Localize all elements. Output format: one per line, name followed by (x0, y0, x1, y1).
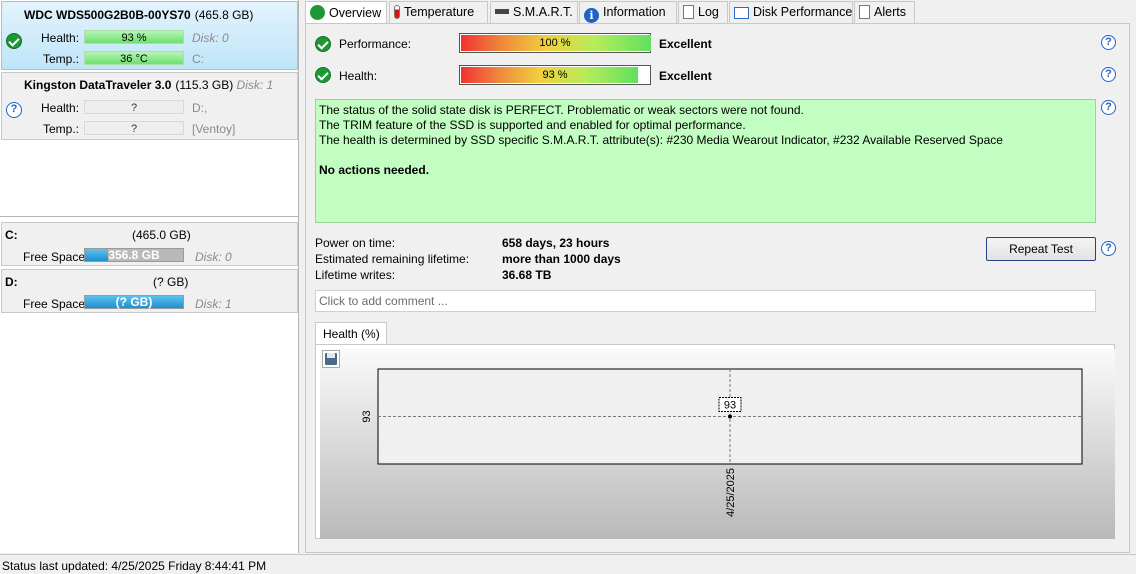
tab-label: Log (698, 5, 719, 19)
data-label: 93 (724, 400, 736, 412)
status-bar: Status last updated: 4/25/2025 Friday 8:… (0, 554, 1136, 574)
temp-bar: 36 °C (84, 51, 184, 65)
health-label: Health: (41, 101, 80, 115)
tab-label: S.M.A.R.T. (513, 5, 573, 19)
x-tick-label: 4/25/2025 (725, 468, 737, 517)
health-bar: 93 % (84, 30, 184, 44)
disk-title: WDC WDS500G2B0B-00YS70 (465.8 GB) (24, 8, 253, 22)
status-line: The status of the solid state disk is PE… (319, 103, 804, 117)
y-tick-label: 93 (361, 410, 373, 422)
health-chart-svg: 93 93 4/25/2025 (320, 349, 1115, 539)
tab-disk-performance[interactable]: Disk Performance (729, 1, 853, 23)
data-point (728, 414, 732, 419)
overview-panel: Performance: 100 % Excellent ? Health: 9… (305, 23, 1130, 553)
performance-chart-icon (734, 7, 749, 19)
status-action: No actions needed. (319, 163, 430, 177)
disk-capacity: (115.3 GB) (175, 78, 234, 92)
lifetime-value: more than 1000 days (502, 252, 621, 266)
temp-bar: ? (84, 121, 184, 135)
help-icon[interactable]: ? (1101, 35, 1116, 50)
help-icon[interactable]: ? (1101, 100, 1116, 115)
alerts-icon (859, 5, 870, 19)
free-space-bar: 356.8 GB (84, 248, 184, 262)
disk-entry-0[interactable]: WDC WDS500G2B0B-00YS70 (465.8 GB) Health:… (1, 1, 298, 70)
volume-disk-number: Disk: 1 (195, 297, 232, 311)
tab-label: Temperature (404, 5, 475, 19)
volume-letter: C: (5, 228, 18, 242)
status-description: The status of the solid state disk is PE… (315, 99, 1096, 223)
thermometer-icon (394, 5, 400, 19)
tab-health-chart[interactable]: Health (%) (315, 322, 387, 345)
health-rating: Excellent (659, 69, 712, 83)
tab-overview[interactable]: Overview (305, 1, 387, 24)
tab-smart[interactable]: S.M.A.R.T. (490, 1, 578, 23)
tab-label: Disk Performance (753, 5, 853, 19)
volume-label: [Ventoy] (192, 122, 236, 136)
free-space-value: 356.8 GB (108, 248, 160, 262)
health-label: Health: (41, 31, 80, 45)
disk-name: WDC WDS500G2B0B-00YS70 (24, 8, 191, 22)
help-icon[interactable]: ? (1101, 67, 1116, 82)
volume-size: (465.0 GB) (132, 228, 191, 242)
health-label: Health: (339, 69, 378, 83)
disk-capacity: (465.8 GB) (194, 8, 254, 22)
status-text: Status last updated: 4/25/2025 Friday 8:… (2, 559, 267, 573)
performance-bar: 100 % (459, 33, 651, 53)
divider (0, 216, 298, 217)
volume-size: (? GB) (153, 275, 189, 289)
disk-number: Disk: 0 (192, 31, 229, 45)
document-icon (683, 5, 694, 19)
free-space-label: Free Space (23, 250, 86, 264)
writes-value: 36.68 TB (502, 268, 552, 282)
ok-check-icon (315, 67, 331, 83)
performance-value: 100 % (539, 37, 571, 49)
tab-label: Information (603, 5, 666, 19)
tab-temperature[interactable]: Temperature (389, 1, 488, 23)
volume-letters: C: (192, 52, 204, 66)
disk-name: Kingston DataTraveler 3.0 (24, 78, 172, 92)
power-on-label: Power on time: (315, 236, 396, 250)
drive-icon (495, 9, 509, 14)
volume-entry-d[interactable]: D: (? GB) Free Space (? GB) Disk: 1 (1, 269, 298, 313)
free-space-value: (? GB) (115, 295, 153, 309)
volume-entry-c[interactable]: C: (465.0 GB) Free Space 356.8 GB Disk: … (1, 222, 298, 266)
info-icon: i (584, 8, 599, 23)
volume-disk-number: Disk: 0 (195, 250, 232, 264)
volume-letters: D:, (192, 101, 208, 115)
ok-check-icon (6, 33, 22, 49)
free-space-label: Free Space (23, 297, 86, 311)
repeat-test-button[interactable]: Repeat Test (986, 237, 1096, 261)
tab-log[interactable]: Log (678, 1, 728, 23)
lifetime-label: Estimated remaining lifetime: (315, 252, 470, 266)
volume-letter: D: (5, 275, 18, 289)
health-bar: 93 % (459, 65, 651, 85)
comment-input[interactable]: Click to add comment ... (315, 290, 1096, 312)
disk-number: Disk: 1 (236, 78, 274, 92)
performance-rating: Excellent (659, 37, 712, 51)
unknown-status-icon: ? (6, 102, 22, 118)
help-icon[interactable]: ? (1101, 241, 1116, 256)
free-space-bar: (? GB) (84, 295, 184, 309)
writes-label: Lifetime writes: (315, 268, 396, 282)
health-bar: ? (84, 100, 184, 114)
ok-check-icon (315, 36, 331, 52)
disk-list-panel: WDC WDS500G2B0B-00YS70 (465.8 GB) Health:… (0, 0, 299, 553)
temp-label: Temp.: (43, 52, 80, 66)
tab-label: Alerts (874, 5, 906, 19)
health-value: 93 % (542, 69, 568, 81)
temp-label: Temp.: (43, 122, 80, 136)
status-line: The health is determined by SSD specific… (319, 133, 1003, 147)
tab-label: Overview (329, 6, 382, 20)
save-icon[interactable] (322, 350, 340, 368)
tab-alerts[interactable]: Alerts (854, 1, 915, 23)
disk-entry-1[interactable]: Kingston DataTraveler 3.0 (115.3 GB) Disk… (1, 72, 298, 140)
disk-title: Kingston DataTraveler 3.0 (115.3 GB) Disk… (24, 78, 273, 92)
health-chart: 93 93 4/25/2025 (315, 344, 1115, 539)
status-line: The TRIM feature of the SSD is supported… (319, 118, 746, 132)
performance-label: Performance: (339, 37, 412, 51)
tab-information[interactable]: i Information (579, 1, 677, 23)
power-on-value: 658 days, 23 hours (502, 236, 610, 250)
ok-check-icon (310, 5, 325, 20)
